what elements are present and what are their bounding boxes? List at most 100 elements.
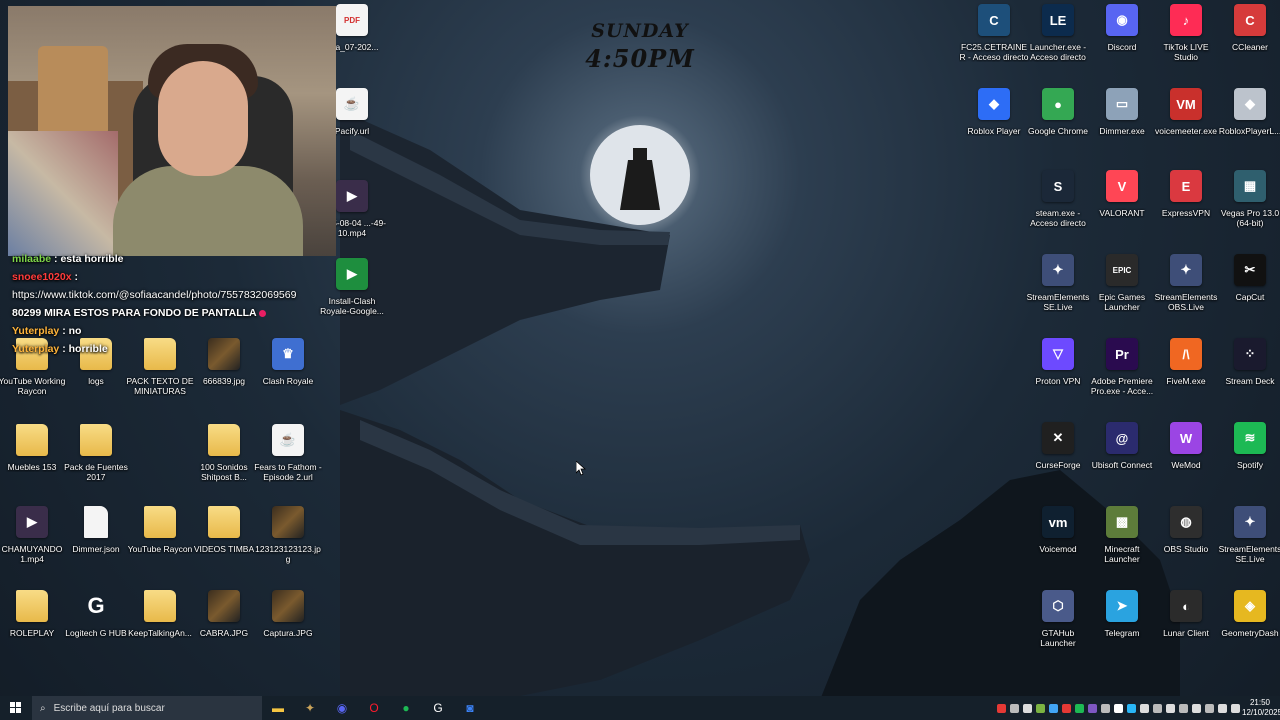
desktop-icon[interactable]: Muebles 153 [0,424,64,500]
desktop-icon[interactable]: LE Launcher.exe - Acceso directo [1026,4,1090,80]
desktop-icon[interactable]: ✕ CurseForge [1026,422,1090,498]
desktop-icon[interactable]: VM voicemeeter.exe [1154,88,1218,164]
desktop-icon[interactable]: 123123123123.jpg [255,506,321,582]
desktop-icon-label: Dimmer.exe [1099,126,1145,136]
desktop-icon[interactable]: ✦ StreamElements SE.Live [1218,506,1280,582]
desktop-icon[interactable]: G Logitech G HUB [64,590,128,666]
app-icon: ◐ [1170,590,1202,622]
logitech-taskbar-button[interactable]: G [422,696,454,720]
tray-icon[interactable] [1010,703,1019,713]
spotify-taskbar-button[interactable]: ● [390,696,422,720]
start-button[interactable] [0,696,32,720]
tray-icon[interactable] [1114,703,1123,713]
desktop-icon[interactable]: CABRA.JPG [192,590,256,666]
logi-icon: G [87,593,105,618]
file-explorer-taskbar-button[interactable]: ▬ [262,696,294,720]
tray-icon[interactable] [1049,703,1058,713]
desktop-icon[interactable]: ♪ TikTok LIVE Studio [1154,4,1218,80]
tray-icon[interactable] [997,703,1006,713]
chat-username: snoee1020x [12,271,72,283]
taskbar-search-box[interactable]: ⌕ Escribe aquí para buscar [32,696,262,720]
search-icon: ⌕ [40,702,46,714]
tray-icon[interactable] [1218,703,1227,713]
streamelements-taskbar-button[interactable]: ✦ [294,696,326,720]
tray-icon[interactable] [1231,703,1240,713]
clock-time: 4:50PM [585,44,695,73]
desktop-icon[interactable]: KeepTalkingAn... [128,590,192,666]
tray-icon[interactable] [1192,703,1201,713]
desktop-icon[interactable]: Dimmer.json [64,506,128,582]
desktop-icon[interactable]: ◐ Lunar Client [1154,590,1218,666]
desktop-icon[interactable]: @ Ubisoft Connect [1090,422,1154,498]
desktop-icon-label: Proton VPN [1035,376,1081,386]
desktop-icon-label: Adobe Premiere Pro.exe - Acce... [1090,376,1154,396]
desktop-icon[interactable]: C FC25.CETRAINER - Acceso directo [959,4,1029,80]
desktop-icon[interactable]: Pack de Fuentes 2017 [64,424,128,500]
desktop-icon-label: voicemeeter.exe [1155,126,1217,136]
desktop-icon[interactable]: vm Voicemod [1026,506,1090,582]
taskbar-clock[interactable]: 21:50 12/10/2025 [1242,698,1280,718]
desktop-icon[interactable]: ▽ Proton VPN [1026,338,1090,414]
tray-icon[interactable] [1023,703,1032,713]
tray-icon[interactable] [1062,703,1071,713]
tray-icon[interactable] [1101,703,1110,713]
desktop-icon[interactable]: ▶ CHAMUYANDO 1.mp4 [0,506,64,582]
app-icon: ▩ [1106,506,1138,538]
desktop-icon[interactable]: ⬡ GTAHub Launcher [1026,590,1090,666]
opera-icon: O [369,701,379,715]
desktop-icon[interactable]: Captura.JPG [256,590,320,666]
tray-icon[interactable] [1088,703,1097,713]
spotify-icon: ● [402,701,410,715]
opera-taskbar-button[interactable]: O [358,696,390,720]
tray-icon[interactable] [1153,703,1162,713]
desktop-icon[interactable]: ✦ StreamElements SE.Live [1026,254,1090,330]
desktop-icon[interactable]: Pr Adobe Premiere Pro.exe - Acce... [1090,338,1154,414]
desktop-icon[interactable]: ◆ RobloxPlayerL... [1218,88,1280,164]
desktop-icon[interactable]: ➤ Telegram [1090,590,1154,666]
desktop-icon-label: FC25.CETRAINER - Acceso directo [959,42,1029,62]
desktop-icon[interactable]: ✂ CapCut [1218,254,1280,330]
app-icon: Pr [1106,338,1138,370]
tray-icon[interactable] [1127,703,1136,713]
desktop-icon[interactable]: ROLEPLAY [0,590,64,666]
desktop-icon[interactable]: ⁘ Stream Deck [1218,338,1280,414]
chat-text: : esta horrible [51,253,124,265]
desktop-icon[interactable]: ◈ GeometryDash [1218,590,1280,666]
desktop-icon[interactable]: E ExpressVPN [1154,170,1218,246]
app-icon: ♪ [1170,4,1202,36]
desktop-icon[interactable]: Ssteam.exe - Acceso directo [1026,170,1090,246]
clock-day: SUNDAY [591,20,689,42]
app-icon: ● [1042,88,1074,120]
app-icon: /\ [1170,338,1202,370]
desktop-icon[interactable]: ◍ OBS Studio [1154,506,1218,582]
desktop-icon[interactable]: YouTube Raycon [128,506,192,582]
desktop-icon[interactable]: C CCleaner [1218,4,1280,80]
desktop-icon[interactable]: VIDEOS TIMBA [192,506,256,582]
tray-icon[interactable] [1140,703,1149,713]
desktop-icon[interactable]: EPIC Epic Games Launcher [1090,254,1154,330]
desktop-icon[interactable]: ☕ Fears to Fathom - Episode 2.url [254,424,322,500]
tray-icon[interactable] [1205,703,1214,713]
app-icon: ◉ [1106,4,1138,36]
desktop-icon[interactable]: V VALORANT [1090,170,1154,246]
tray-icon[interactable] [1166,703,1175,713]
desktop-icon[interactable]: ● Google Chrome [1026,88,1090,164]
desktop-icon[interactable]: /\ FiveM.exe [1154,338,1218,414]
chat-link: https://www.tiktok.com/@sofiaacandel/pho… [12,289,297,301]
system-tray [997,696,1240,720]
tray-icon[interactable] [1036,703,1045,713]
desktop-icon[interactable]: ≋ Spotify [1218,422,1280,498]
desktop-icon[interactable]: 100 Sonidos Shitpost B... [192,424,256,500]
tray-icon[interactable] [1075,703,1084,713]
desktop-icon[interactable]: ✦ StreamElements OBS.Live [1154,254,1218,330]
app-icon: S [1042,170,1074,202]
tray-icon[interactable] [1179,703,1188,713]
desktop-icon[interactable]: W WeMod [1154,422,1218,498]
app-taskbar-button[interactable]: ◙ [454,696,486,720]
desktop-icon[interactable]: ◆ Roblox Player [962,88,1026,164]
discord-taskbar-button[interactable]: ◉ [326,696,358,720]
desktop-icon[interactable]: ▭ Dimmer.exe [1090,88,1154,164]
desktop-icon[interactable]: ◉ Discord [1090,4,1154,80]
desktop-icon[interactable]: ▩ Minecraft Launcher [1090,506,1154,582]
desktop-icon[interactable]: ▦ Vegas Pro 13.0 (64-bit) [1218,170,1280,246]
